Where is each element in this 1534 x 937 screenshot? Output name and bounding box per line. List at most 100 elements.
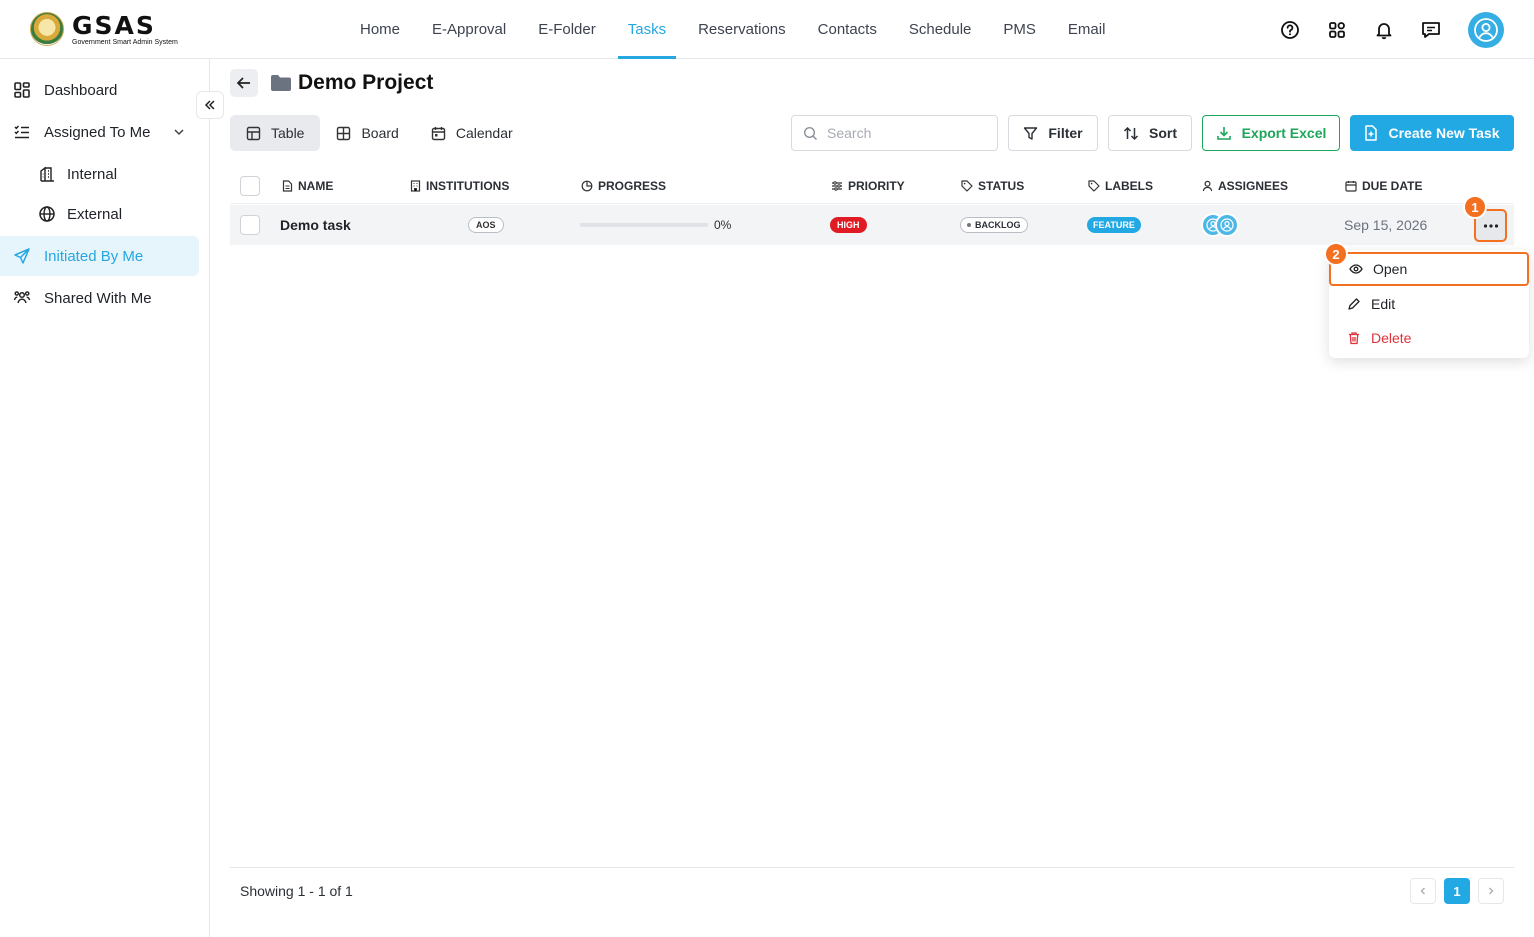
assignees-cell[interactable] <box>1201 205 1239 245</box>
nav-tasks[interactable]: Tasks <box>612 0 682 59</box>
menu-item-open[interactable]: Open <box>1329 252 1529 286</box>
select-all-checkbox[interactable] <box>240 176 260 196</box>
tab-label: Table <box>271 125 305 141</box>
chevron-right-icon <box>1489 887 1494 895</box>
top-navbar: GSAS Government Smart Admin System Home … <box>0 0 1534 59</box>
next-page-button[interactable] <box>1478 878 1504 904</box>
logo-subtitle: Government Smart Admin System <box>72 38 178 46</box>
file-plus-icon <box>1365 125 1378 141</box>
footer-divider <box>230 867 1514 868</box>
step-marker-1: 1 <box>1463 195 1487 219</box>
create-new-task-button[interactable]: Create New Task <box>1350 115 1514 151</box>
sidebar-item-shared-with-me[interactable]: Shared With Me <box>0 278 199 318</box>
column-priority-label: PRIORITY <box>848 179 905 193</box>
search-input[interactable] <box>827 125 987 141</box>
download-icon <box>1216 127 1231 140</box>
tab-table[interactable]: Table <box>230 115 321 151</box>
nav-email[interactable]: Email <box>1052 0 1122 59</box>
calendar-icon <box>1345 181 1357 192</box>
export-excel-button[interactable]: Export Excel <box>1202 115 1340 151</box>
assignee-avatar[interactable] <box>1215 213 1239 237</box>
logo-title: GSAS <box>72 10 156 40</box>
column-name-label: NAME <box>298 179 334 193</box>
column-status[interactable]: STATUS <box>961 168 1024 204</box>
label-badge: FEATURE <box>1087 217 1141 233</box>
sort-label: Sort <box>1149 125 1177 141</box>
back-button[interactable] <box>230 69 258 97</box>
nav-schedule[interactable]: Schedule <box>893 0 988 59</box>
nav-contacts[interactable]: Contacts <box>802 0 893 59</box>
column-status-label: STATUS <box>978 179 1025 193</box>
arrow-left-icon <box>236 77 250 89</box>
sidebar-item-initiated-by-me[interactable]: Initiated By Me <box>0 236 199 276</box>
step-marker-2: 2 <box>1324 242 1348 266</box>
table-row[interactable]: Demo task AOS 0% HIGH BACKLOG FEATURE Se… <box>230 205 1514 245</box>
task-name[interactable]: Demo task <box>280 205 351 245</box>
send-icon <box>12 246 32 266</box>
chevron-down-icon[interactable] <box>172 125 186 139</box>
nav-home[interactable]: Home <box>344 0 416 59</box>
due-date: Sep 15, 2026 <box>1344 217 1428 233</box>
trash-icon <box>1349 332 1359 345</box>
menu-item-edit[interactable]: Edit <box>1329 287 1529 321</box>
sort-button[interactable]: Sort <box>1108 115 1192 151</box>
sidebar-item-assigned-to-me[interactable]: Assigned To Me <box>0 112 199 152</box>
column-assignees-label: ASSIGNEES <box>1218 179 1289 193</box>
sidebar-item-internal[interactable]: Internal <box>0 154 199 194</box>
list-check-icon <box>12 122 32 142</box>
sidebar: Dashboard Assigned To Me Internal Extern… <box>0 59 210 937</box>
nav-e-approval[interactable]: E-Approval <box>416 0 522 59</box>
user-avatar[interactable] <box>1468 11 1504 48</box>
sliders-icon <box>832 181 842 191</box>
column-assignees[interactable]: ASSIGNEES <box>1202 168 1288 204</box>
collapse-sidebar-button[interactable] <box>196 91 224 119</box>
pie-chart-icon <box>581 180 593 192</box>
status-label: BACKLOG <box>975 220 1021 230</box>
search-icon <box>803 126 817 140</box>
progress-cell: 0% <box>580 205 731 245</box>
chevron-left-icon <box>1420 887 1425 895</box>
tab-board[interactable]: Board <box>320 115 414 151</box>
help-icon[interactable] <box>1278 18 1302 42</box>
apps-grid-icon[interactable] <box>1325 18 1349 42</box>
app-logo[interactable]: GSAS Government Smart Admin System <box>30 12 178 46</box>
sidebar-item-dashboard[interactable]: Dashboard <box>0 70 199 110</box>
main-nav: Home E-Approval E-Folder Tasks Reservati… <box>344 0 1121 59</box>
column-priority[interactable]: PRIORITY <box>831 168 905 204</box>
nav-pms[interactable]: PMS <box>987 0 1052 59</box>
page-button-current[interactable]: 1 <box>1444 878 1470 904</box>
nav-reservations[interactable]: Reservations <box>682 0 802 59</box>
search-box[interactable] <box>791 115 998 151</box>
calendar-icon <box>431 126 446 140</box>
pagination-summary: Showing 1 - 1 of 1 <box>240 883 353 899</box>
view-tabs: Table Board Calendar <box>230 115 529 151</box>
progress-text: 0% <box>714 218 732 232</box>
tab-calendar[interactable]: Calendar <box>415 115 529 151</box>
prev-page-button[interactable] <box>1410 878 1436 904</box>
column-name[interactable]: NAME <box>282 168 333 204</box>
sidebar-item-external[interactable]: External <box>0 194 199 234</box>
emblem-icon <box>30 12 64 46</box>
column-due-date-label: DUE DATE <box>1362 179 1423 193</box>
nav-e-folder[interactable]: E-Folder <box>522 0 612 59</box>
sidebar-item-label: Initiated By Me <box>44 247 144 265</box>
chat-icon[interactable] <box>1419 18 1443 42</box>
board-icon <box>337 126 351 140</box>
status-dot-icon <box>967 223 971 227</box>
column-progress[interactable]: PROGRESS <box>581 168 666 204</box>
filter-button[interactable]: Filter <box>1008 115 1098 151</box>
menu-item-delete[interactable]: Delete <box>1329 321 1529 355</box>
row-checkbox[interactable] <box>240 215 260 235</box>
globe-icon <box>37 204 57 224</box>
column-due-date[interactable]: DUE DATE <box>1345 168 1422 204</box>
building-icon <box>37 164 57 184</box>
page-title-text: Demo Project <box>298 71 434 94</box>
column-labels[interactable]: LABELS <box>1088 168 1153 204</box>
bell-icon[interactable] <box>1372 18 1396 42</box>
column-institutions[interactable]: INSTITUTIONS <box>410 168 509 204</box>
page-title: Demo Project <box>270 71 433 95</box>
users-icon <box>12 288 32 308</box>
sort-icon <box>1123 126 1139 140</box>
table-icon <box>246 126 261 140</box>
pencil-icon <box>1348 298 1360 310</box>
